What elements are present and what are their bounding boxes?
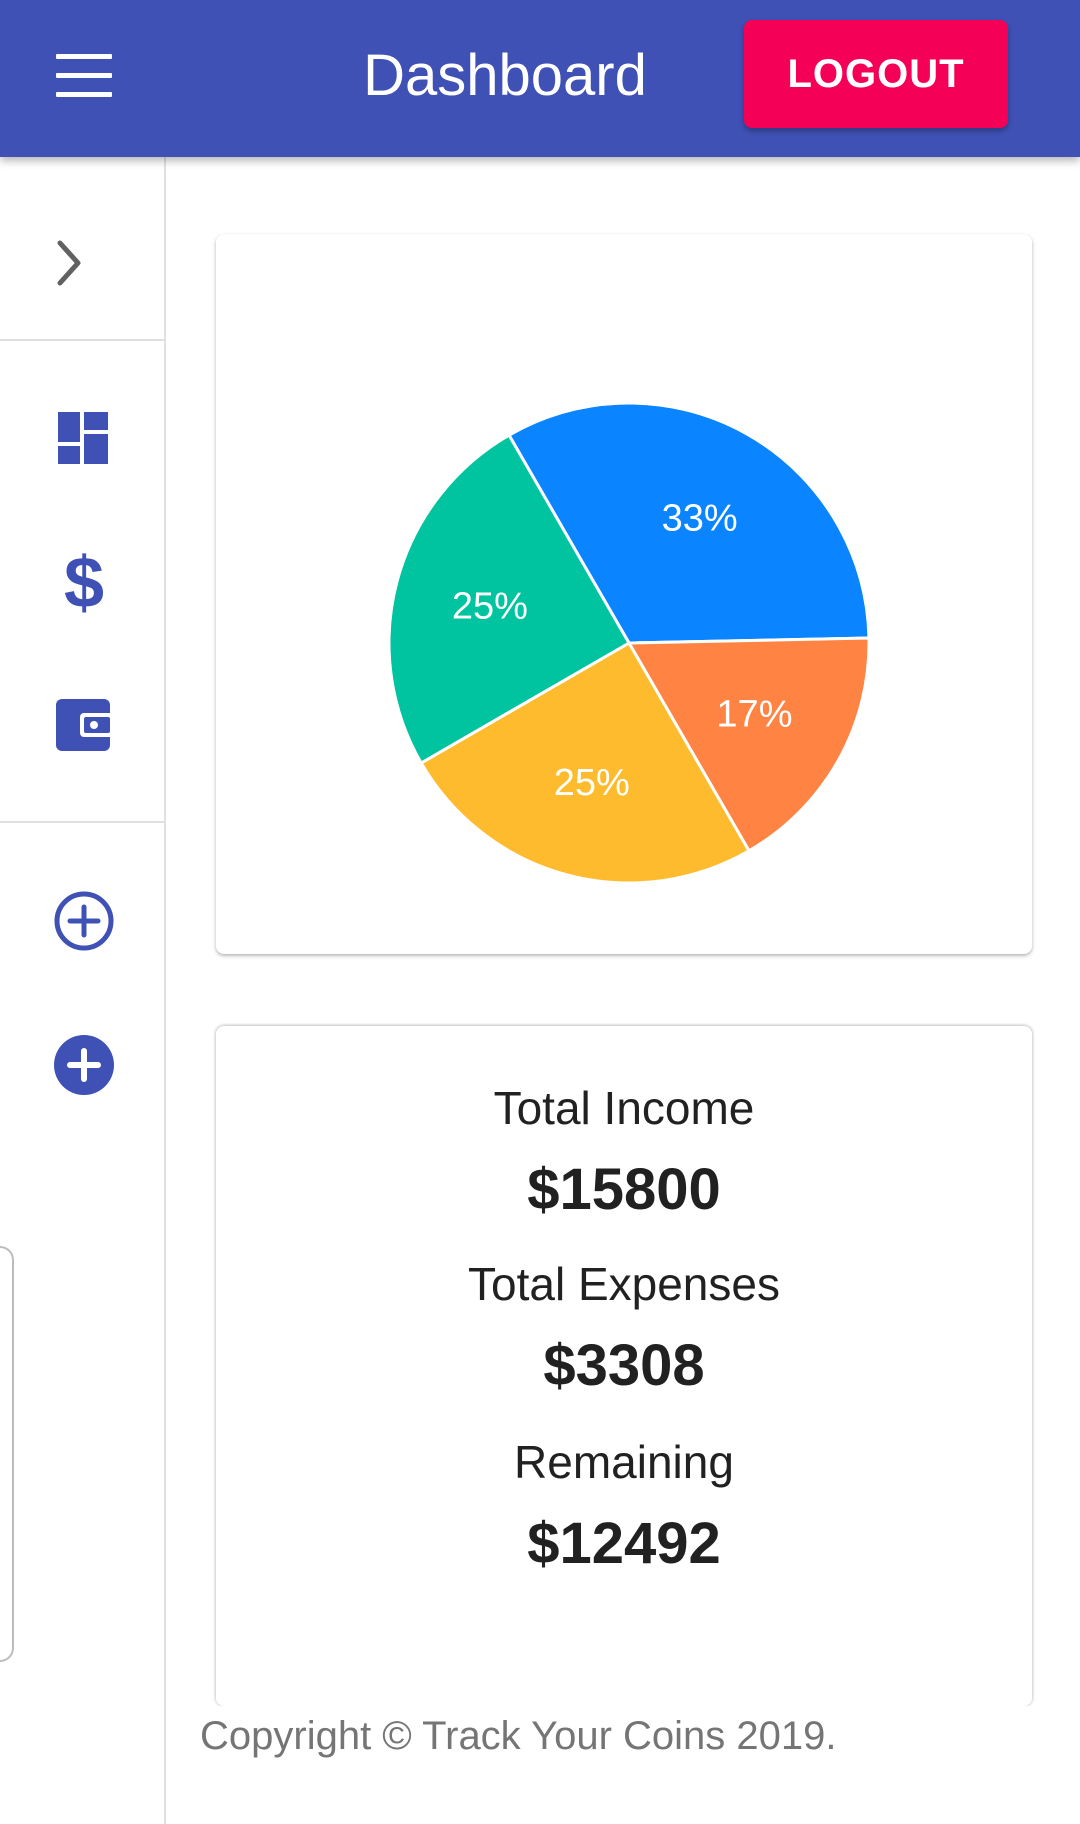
remaining-label: Remaining <box>514 1436 734 1488</box>
dashboard-icon[interactable] <box>50 404 118 472</box>
pie-chart: 33% 17% 25% 25% <box>387 401 871 885</box>
dollar-icon[interactable]: $ <box>50 543 118 623</box>
total-income-value: $15800 <box>527 1157 721 1222</box>
total-income-label: Total Income <box>493 1082 755 1134</box>
wallet-icon[interactable] <box>50 691 118 759</box>
app-bar: Dashboard LOGOUT <box>0 0 1080 157</box>
dollar-glyph: $ <box>63 543 105 623</box>
total-expenses-value: $3308 <box>543 1333 705 1398</box>
pie-slice-label: 33% <box>662 498 738 540</box>
pie-slice-label: 17% <box>716 694 792 736</box>
drawer-divider <box>0 339 164 341</box>
pie-slice-label: 25% <box>452 586 528 628</box>
page-title: Dashboard <box>363 43 647 108</box>
total-expenses-label: Total Expenses <box>468 1258 780 1310</box>
logout-button[interactable]: LOGOUT <box>744 20 1008 128</box>
drawer-divider <box>0 821 164 823</box>
side-drawer: $ <box>0 157 166 1824</box>
add-circle-filled-icon[interactable] <box>50 1031 118 1099</box>
menu-icon[interactable] <box>56 54 112 98</box>
remaining-value: $12492 <box>527 1511 721 1576</box>
copyright-footer: Copyright © Track Your Coins 2019. <box>200 1714 837 1758</box>
summary-card: Total Income $15800 Total Expenses $3308… <box>216 1026 1032 1706</box>
pie-chart-card: 33% 17% 25% 25% <box>216 234 1032 954</box>
pie-slice-label: 25% <box>554 762 630 804</box>
chevron-right-icon[interactable] <box>46 233 94 293</box>
drawer-edge-handle[interactable] <box>0 1246 14 1662</box>
add-circle-outline-icon[interactable] <box>50 887 118 955</box>
